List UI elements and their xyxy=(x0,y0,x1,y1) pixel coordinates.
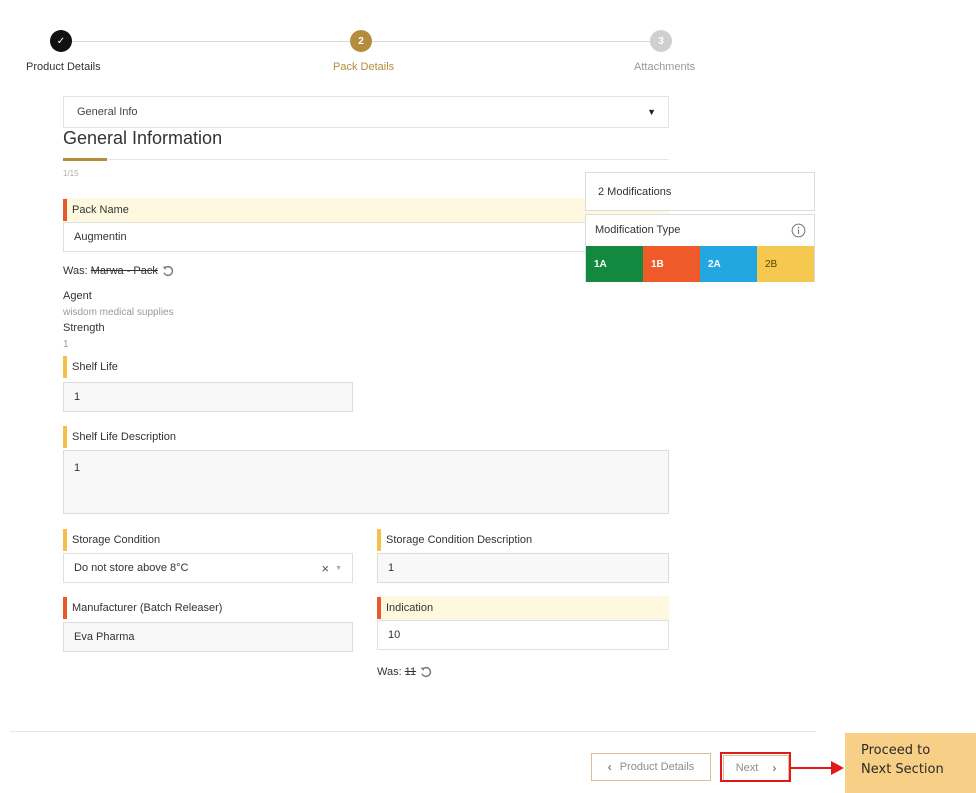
callout-arrow-line xyxy=(791,767,833,769)
storage-condition-description-input[interactable]: 1 xyxy=(377,553,669,583)
info-icon[interactable] xyxy=(791,223,806,238)
step-3-label[interactable]: Attachments xyxy=(634,61,695,73)
step-3-circle[interactable]: 3 xyxy=(650,30,672,52)
pack-name-old-value: Marwa - Pack xyxy=(90,265,158,277)
callout-arrow-head-icon xyxy=(831,761,844,775)
modification-chip-1a[interactable]: 1A xyxy=(586,246,643,282)
manufacturer-input[interactable]: Eva Pharma xyxy=(63,622,353,652)
storage-condition-select[interactable]: Do not store above 8°C × ▼ xyxy=(63,553,353,583)
caret-down-icon: ▼ xyxy=(647,107,656,117)
chevron-left-icon: ‹ xyxy=(607,760,612,774)
stepper-line-1 xyxy=(72,41,350,42)
storage-condition-label: Storage Condition xyxy=(63,528,353,552)
caret-down-icon[interactable]: ▼ xyxy=(335,565,342,572)
modification-type-panel: Modification Type 1A 1B 2A 2B xyxy=(585,214,815,282)
step-2-label[interactable]: Pack Details xyxy=(333,61,394,73)
shelf-life-description-textarea[interactable]: 1 xyxy=(63,450,669,514)
modification-chip-2a[interactable]: 2A xyxy=(700,246,757,282)
manufacturer-label: Manufacturer (Batch Releaser) xyxy=(63,596,353,620)
undo-icon[interactable] xyxy=(161,264,175,278)
undo-icon[interactable] xyxy=(419,665,433,679)
title-divider xyxy=(107,159,669,160)
page-title: General Information xyxy=(63,128,223,148)
section-dropdown[interactable]: General Info ▼ xyxy=(63,96,669,128)
next-button-highlight xyxy=(720,752,791,782)
callout-note: Proceed to Next Section xyxy=(845,733,976,793)
clear-icon[interactable]: × xyxy=(321,561,329,576)
modifications-count: 2 Modifications xyxy=(585,172,815,211)
step-1-circle[interactable]: ✓ xyxy=(50,30,72,52)
indication-was: Was: 11 xyxy=(377,665,433,679)
modification-chip-2b[interactable]: 2B xyxy=(757,246,814,282)
indication-label: Indication xyxy=(377,596,669,620)
strength-label: Strength xyxy=(63,322,105,334)
shelf-life-description-label: Shelf Life Description xyxy=(63,425,669,449)
title-underline xyxy=(63,158,107,161)
step-2-number: 2 xyxy=(358,35,364,47)
modification-type-label: Modification Type xyxy=(595,224,681,236)
indication-old-value: 11 xyxy=(404,666,417,678)
step-3-number: 3 xyxy=(658,35,664,47)
agent-label: Agent xyxy=(63,290,92,302)
shelf-life-label: Shelf Life xyxy=(63,355,353,379)
indication-input[interactable]: 10 xyxy=(377,620,669,650)
step-2-circle[interactable]: 2 xyxy=(350,30,372,52)
storage-condition-description-label: Storage Condition Description xyxy=(377,528,669,552)
field-counter: 1/15 xyxy=(63,169,79,178)
pack-name-input[interactable]: Augmentin xyxy=(63,222,669,252)
shelf-life-input[interactable]: 1 xyxy=(63,382,353,412)
pack-name-label: Pack Name xyxy=(63,198,669,222)
strength-value: 1 xyxy=(63,339,69,350)
footer-divider xyxy=(10,731,816,732)
agent-value: wisdom medical supplies xyxy=(63,307,174,318)
back-product-details-button[interactable]: ‹ Product Details xyxy=(591,753,711,781)
modification-chip-1b[interactable]: 1B xyxy=(643,246,700,282)
section-dropdown-value: General Info xyxy=(77,106,138,118)
check-icon: ✓ xyxy=(56,35,66,47)
pack-name-was: Was: Marwa - Pack xyxy=(63,264,175,278)
step-1-label[interactable]: Product Details xyxy=(26,61,101,73)
stepper-line-2 xyxy=(372,41,650,42)
